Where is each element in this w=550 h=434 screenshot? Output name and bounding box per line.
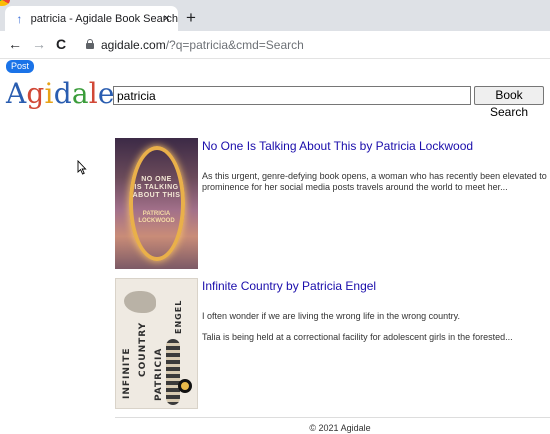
cover-word: PATRICIA [154, 347, 164, 401]
result-description: Talia is being held at a correctional fa… [202, 332, 513, 342]
result-description: I often wonder if we are living the wron… [202, 311, 460, 321]
cover-word: ENGEL [174, 299, 183, 334]
book-cover-image[interactable]: INFINITE COUNTRY PATRICIA ENGEL [115, 278, 198, 409]
cover-title-text: NO ONE IS TALKING ABOUT THIS [132, 176, 181, 199]
result-title-link[interactable]: Infinite Country by Patricia Engel [202, 279, 376, 293]
tab-strip: ↑ patricia - Agidale Book Search × + [0, 0, 550, 31]
result-description: As this urgent, genre-defying book opens… [202, 171, 547, 192]
book-cover-image[interactable]: NO ONE IS TALKING ABOUT THIS PATRICIA LO… [115, 138, 198, 269]
logo-letter: l [88, 77, 98, 110]
url-path: /?q=patricia&cmd=Search [165, 38, 304, 52]
browser-logo-icon [0, 0, 10, 6]
upload-arrow-icon: ↑ [16, 11, 23, 26]
logo-letter: i [44, 77, 54, 110]
cover-ring-art [129, 146, 185, 261]
footer-copyright: © 2021 Agidale [309, 423, 371, 433]
result-title-link[interactable]: No One Is Talking About This by Patricia… [202, 139, 473, 153]
search-input[interactable] [113, 86, 471, 105]
logo-letter: a [71, 77, 89, 110]
site-logo[interactable]: Agidale [6, 77, 115, 111]
tab-title: patricia - Agidale Book Search [30, 12, 178, 25]
mouse-cursor-icon [77, 160, 87, 175]
forward-icon[interactable]: → [32, 37, 46, 51]
footer-divider [115, 417, 550, 418]
cover-snake-art [166, 339, 180, 405]
url-host: agidale.com [101, 38, 166, 52]
post-badge[interactable]: Post [6, 60, 35, 73]
browser-tab[interactable]: ↑ patricia - Agidale Book Search × [5, 6, 178, 31]
reload-icon[interactable]: C [56, 37, 66, 51]
cover-bird-art [124, 291, 156, 313]
cover-word: COUNTRY [138, 321, 148, 377]
book-search-button[interactable]: Book Search [474, 86, 544, 119]
new-tab-icon[interactable]: + [186, 9, 196, 26]
cover-word: INFINITE [122, 347, 132, 399]
back-icon[interactable]: ← [8, 37, 22, 51]
logo-letter: d [53, 77, 72, 110]
tab-close-icon[interactable]: × [163, 11, 170, 25]
cover-ring-art [178, 379, 192, 393]
cover-author-text: PATRICIA LOCKWOOD [138, 211, 175, 224]
lock-icon[interactable] [86, 39, 94, 49]
logo-letter: g [26, 77, 45, 110]
browser-toolbar: ← → C agidale.com/?q=patricia&cmd=Search [0, 31, 550, 59]
address-bar[interactable]: agidale.com/?q=patricia&cmd=Search [101, 38, 304, 52]
logo-letter: A [6, 77, 27, 110]
